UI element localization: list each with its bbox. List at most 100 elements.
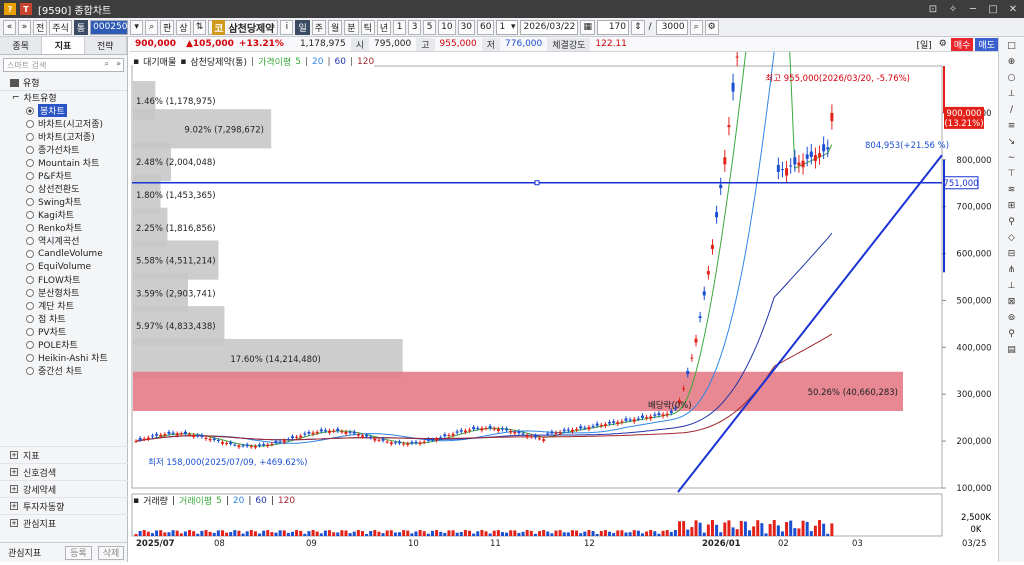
stock-code-input[interactable]: 000250 — [90, 19, 129, 35]
drawing-tool-icon[interactable]: ∕ — [999, 103, 1024, 117]
radio-icon[interactable] — [26, 158, 34, 167]
chart-type-item[interactable]: Heikin-Ashi 차트 — [8, 351, 127, 364]
interval-1-button[interactable]: 1 — [393, 19, 407, 35]
radio-icon[interactable] — [26, 106, 34, 115]
chart-type-item[interactable]: FLOW차트 — [8, 273, 127, 286]
pan-button[interactable]: 판 — [160, 19, 175, 35]
register-button[interactable]: 등록 — [65, 545, 92, 560]
drawing-tool-icon[interactable]: ⊚ — [999, 311, 1024, 325]
chart-type-item[interactable]: Swing차트 — [8, 195, 127, 208]
count-spin-icon[interactable]: ⇕ — [631, 19, 645, 35]
left-section-item[interactable]: + 신호검색 — [0, 463, 128, 480]
chart-type-item[interactable]: 점 차트 — [8, 312, 127, 325]
expand-plus-icon[interactable]: + — [10, 485, 18, 493]
radio-icon[interactable] — [26, 119, 34, 128]
chart-area[interactable]: 900,000 800,000 700,000 600,000 500,000 400,0… — [130, 0, 998, 562]
pin-icon[interactable]: ✧ — [946, 2, 960, 16]
chart-type-item[interactable]: 계단 차트 — [8, 299, 127, 312]
nav-prev-button[interactable]: « — [3, 19, 16, 35]
chart-type-item[interactable]: 바차트(시고저종) — [8, 117, 127, 130]
drawing-tool-icon[interactable]: ∼ — [999, 151, 1024, 165]
close-icon[interactable]: ✕ — [1006, 2, 1020, 16]
count-input[interactable]: 170 — [597, 19, 629, 35]
chart-type-item[interactable]: 삼선전환도 — [8, 182, 127, 195]
period-week-button[interactable]: 주 — [311, 19, 326, 35]
left-section-item[interactable]: + 강세약세 — [0, 480, 128, 497]
radio-icon[interactable] — [26, 223, 34, 232]
all-button[interactable]: 전 — [33, 19, 48, 35]
drawing-tool-icon[interactable]: ↘ — [999, 135, 1024, 149]
chart-type-item[interactable]: Renko차트 — [8, 221, 127, 234]
tab-indicator[interactable]: 지표 — [42, 37, 85, 54]
radio-icon[interactable] — [26, 301, 34, 310]
settings-icon[interactable]: ⚙ — [704, 19, 719, 35]
link-icon[interactable]: ⊡ — [926, 2, 940, 16]
code-dropdown-icon[interactable]: ▾ — [130, 19, 144, 35]
radio-icon[interactable] — [26, 314, 34, 323]
radio-icon[interactable] — [26, 249, 34, 258]
max-count-input[interactable]: 3000 — [655, 19, 688, 35]
drawing-tool-icon[interactable]: ○ — [999, 71, 1024, 85]
info-icon[interactable]: i — [280, 19, 294, 35]
period-tick-button[interactable]: 틱 — [360, 19, 375, 35]
drawing-tool-icon[interactable]: ⊥ — [999, 279, 1024, 293]
drawing-tool-icon[interactable]: ⚲ — [999, 215, 1024, 229]
tab-strategy[interactable]: 전략 — [84, 37, 127, 54]
period-minute-button[interactable]: 분 — [344, 19, 359, 35]
search-icon[interactable]: ⌕ — [105, 59, 109, 69]
interval-60-button[interactable]: 60 — [477, 19, 495, 35]
drawing-tool-icon[interactable]: ⚲ — [999, 327, 1024, 341]
expand-plus-icon[interactable]: + — [10, 451, 18, 459]
period-month-button[interactable]: 월 — [328, 19, 343, 35]
settings-icon[interactable]: ⚙ — [937, 39, 949, 49]
radio-icon[interactable] — [26, 288, 34, 297]
chart-type-item[interactable]: CandleVolume — [8, 247, 127, 260]
radio-icon[interactable] — [26, 171, 34, 180]
expand-plus-icon[interactable]: + — [10, 468, 18, 476]
chart-type-item[interactable]: P&F차트 — [8, 169, 127, 182]
type-section[interactable]: 유형 — [0, 75, 127, 91]
chart-type-item[interactable]: Kagi차트 — [8, 208, 127, 221]
radio-icon[interactable] — [26, 262, 34, 271]
tong-button[interactable]: 통 — [73, 19, 89, 35]
drawing-tool-icon[interactable]: ▤ — [999, 343, 1024, 357]
drawing-tool-icon[interactable]: ⟂ — [999, 87, 1024, 101]
radio-icon[interactable] — [26, 327, 34, 336]
radio-icon[interactable] — [26, 184, 34, 193]
help-icon[interactable]: ? — [4, 3, 16, 15]
radio-icon[interactable] — [26, 210, 34, 219]
expand-plus-icon[interactable]: + — [10, 502, 18, 510]
radio-icon[interactable] — [26, 275, 34, 284]
drawing-tool-icon[interactable]: ≡ — [999, 119, 1024, 133]
expand-icon[interactable]: » — [116, 59, 121, 68]
period-year-button[interactable]: 년 — [376, 19, 392, 35]
interval-select[interactable]: 1 ▾ — [496, 19, 519, 35]
buy-button[interactable]: 매수 — [950, 37, 974, 51]
chart-type-item[interactable]: POLE차트 — [8, 338, 127, 351]
drawing-tool-icon[interactable]: ◇ — [999, 231, 1024, 245]
chart-type-item[interactable]: PV차트 — [8, 325, 127, 338]
drawing-tool-icon[interactable]: □ — [999, 39, 1024, 53]
date-input[interactable]: 2026/03/22 — [520, 19, 579, 35]
chart-type-item[interactable]: 바차트(고저종) — [8, 130, 127, 143]
smart-search-input[interactable]: 스마트 검색 ⌕ » — [3, 58, 124, 72]
drawing-tool-icon[interactable]: ≋ — [999, 183, 1024, 197]
search-icon[interactable]: ⌕ — [145, 19, 159, 35]
sang-button[interactable]: 상 — [176, 19, 191, 35]
stock-type-button[interactable]: 주식 — [49, 19, 72, 35]
interval-10-button[interactable]: 10 — [438, 19, 456, 35]
interval-30-button[interactable]: 30 — [457, 19, 476, 35]
drawing-tool-icon[interactable]: ⊞ — [999, 199, 1024, 213]
tab-stock[interactable]: 종목 — [0, 37, 43, 54]
sell-button[interactable]: 매도 — [975, 37, 998, 51]
radio-icon[interactable] — [26, 340, 34, 349]
chart-type-item[interactable]: 중간선 차트 — [8, 364, 127, 377]
expand-plus-icon[interactable]: + — [10, 519, 18, 527]
chart-type-item[interactable]: 분산형차트 — [8, 286, 127, 299]
interval-5-button[interactable]: 5 — [423, 19, 437, 35]
calendar-icon[interactable]: ▦ — [580, 19, 595, 35]
period-day-button[interactable]: 일 — [295, 19, 310, 35]
drawing-tool-icon[interactable]: ⊤ — [999, 167, 1024, 181]
minimize-icon[interactable]: ─ — [966, 2, 980, 16]
chart-type-item[interactable]: 종가선차트 — [8, 143, 127, 156]
